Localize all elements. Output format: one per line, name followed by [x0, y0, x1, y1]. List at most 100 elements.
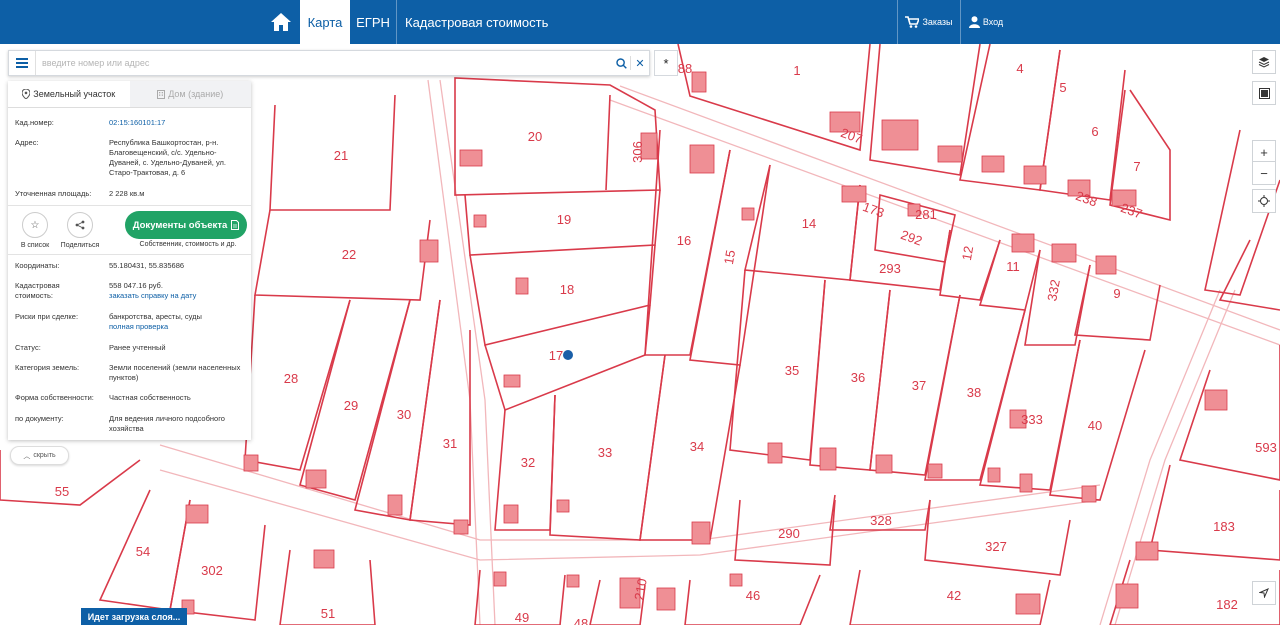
- parcel-label: 281: [915, 207, 937, 222]
- geolocation-button[interactable]: [1252, 189, 1276, 213]
- parcel-label: 48: [574, 616, 588, 625]
- field-label: Риски при сделке:: [15, 312, 79, 321]
- close-icon: ✕: [635, 57, 645, 70]
- parcel-label: 42: [947, 588, 961, 603]
- home-button[interactable]: [263, 0, 299, 44]
- parcel-label: 11: [1006, 259, 1020, 274]
- parcel-label: 19: [557, 212, 571, 227]
- parcel-label: 18: [560, 282, 574, 297]
- field-label: Кадастровая стоимость:: [15, 281, 109, 301]
- parcel-label: 17: [549, 348, 563, 363]
- cadastral-number-row: Кад.номер: 02:15:160101:17: [15, 118, 247, 128]
- search-input[interactable]: [36, 57, 612, 69]
- orders-label: Заказы: [922, 17, 953, 27]
- tab-house[interactable]: Дом (здание): [129, 81, 251, 107]
- tab-egrn[interactable]: ЕГРН: [350, 0, 397, 44]
- parcel-label: 49: [515, 610, 529, 625]
- field-label: Статус:: [15, 343, 41, 352]
- layer-loading-indicator: Идет загрузка слоя...: [81, 608, 187, 625]
- tab-land-plot-label: Земельный участок: [33, 89, 116, 99]
- parcel-label: 327: [985, 539, 1007, 554]
- add-to-list-button[interactable]: ☆ В список: [19, 212, 51, 249]
- object-info-panel: Земельный участок Дом (здание) Кад.номер…: [8, 81, 251, 440]
- share-button[interactable]: Поделиться: [58, 212, 102, 249]
- cadastral-value-row: Кадастровая стоимость: 558 047.16 руб. з…: [15, 281, 247, 301]
- parcel-label: 51: [321, 606, 335, 621]
- parcel-label: 333: [1021, 412, 1043, 427]
- divider: [897, 0, 898, 44]
- parcel-label: 36: [851, 370, 865, 385]
- hide-panel-label: скрыть: [33, 452, 56, 459]
- zoom-out-button[interactable]: −: [1252, 161, 1276, 185]
- risks-row: Риски при сделке: банкротства, аресты, с…: [15, 312, 247, 332]
- tab-land-plot[interactable]: Земельный участок: [8, 81, 130, 107]
- parcel-label: 21: [334, 148, 348, 163]
- cadastral-value: 558 047.16 руб.: [109, 281, 163, 290]
- parcel-label: 20: [528, 129, 542, 144]
- field-label: Кад.номер:: [15, 118, 54, 127]
- full-check-link[interactable]: полная проверка: [109, 322, 247, 332]
- tab-cadastral-value[interactable]: Кадастровая стоимость: [397, 0, 605, 44]
- search-icon: [615, 57, 627, 69]
- orders-button[interactable]: Заказы: [900, 0, 958, 44]
- parcel-label: 7: [1133, 159, 1140, 174]
- parcel-label: 28: [284, 371, 298, 386]
- parcel-label: 88: [678, 61, 692, 76]
- parcel-label: 55: [55, 484, 69, 499]
- status-row: Статус: Ранее учтенный: [15, 343, 247, 353]
- divider: [8, 254, 251, 255]
- hide-panel-button[interactable]: ︿ скрыть: [10, 446, 69, 465]
- navigate-button[interactable]: [1252, 581, 1276, 605]
- field-label: Координаты:: [15, 261, 60, 270]
- clear-search-button[interactable]: ✕: [631, 51, 649, 75]
- tab-map[interactable]: Карта: [300, 0, 350, 44]
- share-icon: [67, 212, 93, 238]
- parcel-label: 593: [1255, 440, 1277, 455]
- locate-icon: [1258, 195, 1270, 207]
- top-navigation-bar: Карта ЕГРН Кадастровая стоимость Заказы …: [0, 0, 1280, 44]
- document-icon: [231, 220, 240, 230]
- parcel-label: 293: [879, 261, 901, 276]
- parcel-label: 183: [1213, 519, 1235, 534]
- parcel-label: 22: [342, 247, 356, 262]
- field-label: по документу:: [15, 414, 64, 423]
- permitted-use-row: по документу: Для ведения личного подсоб…: [15, 414, 247, 434]
- object-documents-button[interactable]: Документы объекта: [125, 211, 247, 239]
- parcel-label: 6: [1091, 124, 1098, 139]
- field-label: Адрес:: [15, 138, 39, 147]
- menu-button[interactable]: [9, 51, 36, 75]
- layers-button[interactable]: [1252, 50, 1276, 74]
- panel-tabs: Земельный участок Дом (здание): [8, 81, 251, 108]
- cadastral-number-value[interactable]: 02:15:160101:17: [109, 118, 247, 128]
- address-value: Республика Башкортостан, р-н. Благовещен…: [109, 138, 227, 177]
- favorites-star-button[interactable]: *: [654, 50, 678, 76]
- location-pin-icon: [22, 89, 31, 99]
- search-button[interactable]: [612, 51, 630, 75]
- risks-value: банкротства, аресты, суды: [109, 312, 202, 321]
- order-certificate-link[interactable]: заказать справку на дату: [109, 291, 247, 301]
- field-label: Уточненная площадь:: [15, 189, 92, 198]
- login-label: Вход: [982, 17, 1004, 27]
- parcel-label: 182: [1216, 597, 1238, 612]
- docs-button-label: Документы объекта: [132, 219, 228, 231]
- parcel-label: 238: [1074, 188, 1100, 210]
- parcel-label: 5: [1059, 80, 1066, 95]
- login-button[interactable]: Вход: [962, 0, 1010, 44]
- basemap-button[interactable]: [1252, 81, 1276, 105]
- ownership-row: Форма собственности: Частная собственнос…: [15, 393, 247, 403]
- parcel-label: 9: [1113, 286, 1120, 301]
- parcel-label: 332: [1044, 278, 1063, 302]
- parcel-label: 237: [1119, 200, 1145, 222]
- chevron-up-icon: ︿: [23, 452, 31, 460]
- home-icon: [271, 13, 291, 31]
- parcel-label: 54: [136, 544, 150, 559]
- parcel-label: 40: [1088, 418, 1102, 433]
- add-to-list-label: В список: [20, 242, 50, 249]
- star-icon: ☆: [22, 212, 48, 238]
- address-row: Адрес: Республика Башкортостан, р-н. Бла…: [15, 138, 247, 178]
- parcel-label: 210: [631, 577, 650, 601]
- parcel-label: 306: [630, 141, 645, 163]
- parcel-label: 292: [899, 227, 925, 249]
- parcel-label: 37: [912, 378, 926, 393]
- coordinates-row: Координаты: 55.180431, 55.835686: [15, 261, 247, 271]
